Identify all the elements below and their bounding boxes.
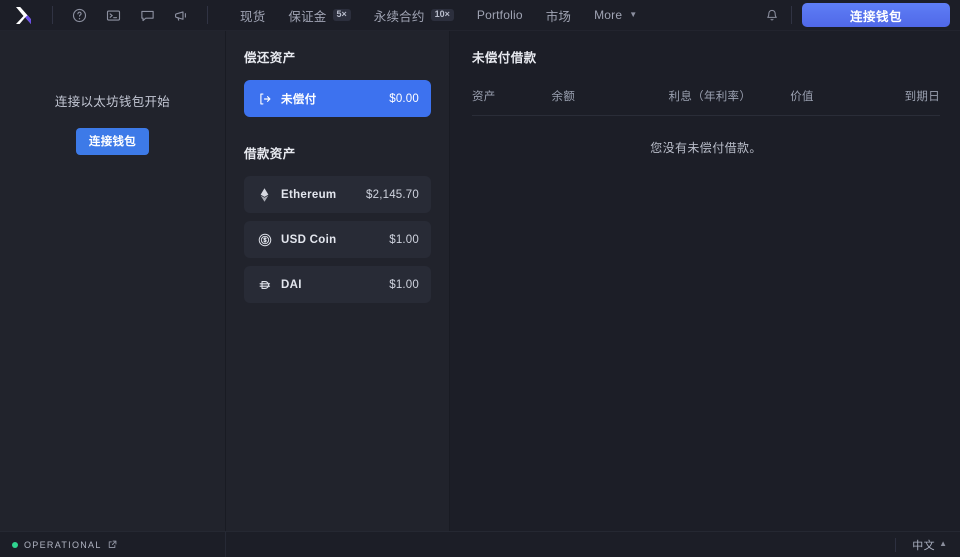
left-sidebar: 连接以太坊钱包开始 连接钱包 [0,31,226,531]
nav-badge-margin: 5× [333,9,351,22]
chevron-down-icon: ▼ [629,10,637,19]
status-label: OPERATIONAL [24,540,102,550]
header-divider-2 [207,6,208,24]
panel-title: 未偿付借款 [472,47,940,66]
loans-table: 资产 余额 利息（年利率） 价值 到期日 [472,88,940,115]
footer-divider [895,538,896,552]
terminal-icon[interactable] [105,7,121,23]
status-footer: OPERATIONAL 中文 ▲ [0,531,960,557]
borrow-item-label: USD Coin [281,234,336,246]
borrow-section-title: 借款资产 [244,143,431,162]
external-link-icon [108,540,117,549]
nav-item-margin[interactable]: 保证金 5× [288,6,350,25]
nav-item-portfolio[interactable]: Portfolio [477,8,523,22]
outstanding-loans-panel: 未偿付借款 资产 余额 利息（年利率） 价值 到期日 您没有未偿 [450,31,960,531]
header-divider-3 [791,6,792,24]
language-selector[interactable]: 中文 ▲ [895,537,960,553]
connect-wallet-button[interactable]: 连接钱包 [802,3,950,27]
connect-prompt-text: 连接以太坊钱包开始 [55,91,170,110]
header-right: 连接钱包 [763,3,950,27]
nav-item-perpetual[interactable]: 永续合约 10× [374,6,454,25]
nav-item-spot[interactable]: 现货 [240,6,265,25]
nav-item-markets[interactable]: 市场 [546,6,571,25]
assets-panel: 偿还资产 未偿付 $0.00 借款资产 [226,31,450,531]
footer-left-section: OPERATIONAL [0,532,226,557]
exit-arrow-icon [257,91,272,106]
app-root: 现货 保证金 5× 永续合约 10× Portfolio 市场 More ▼ [0,0,960,557]
language-label: 中文 [912,537,935,553]
top-header: 现货 保证金 5× 永续合约 10× Portfolio 市场 More ▼ [0,0,960,31]
borrow-item-value: $1.00 [389,234,419,246]
borrow-item-usd-coin[interactable]: USD Coin $1.00 [244,221,431,258]
repay-item-outstanding[interactable]: 未偿付 $0.00 [244,80,431,117]
nav-label: 保证金 [288,6,326,25]
chevron-up-icon: ▲ [939,539,947,548]
sidebar-connect-wallet-button[interactable]: 连接钱包 [76,128,149,155]
nav-badge-perpetual: 10× [431,9,454,22]
nav-item-more[interactable]: More ▼ [594,8,637,22]
nav-label: More [594,8,622,22]
repay-item-label: 未偿付 [281,91,316,107]
borrow-item-label: DAI [281,279,302,291]
nav-label: 现货 [240,6,265,25]
column-header-interest[interactable]: 利息（年利率） [669,88,791,115]
header-divider-1 [52,6,53,24]
ethereum-icon [257,187,272,202]
column-header-value[interactable]: 价值 [790,88,865,115]
chat-icon[interactable] [139,7,155,23]
column-header-balance[interactable]: 余额 [552,88,669,115]
page-body: 连接以太坊钱包开始 连接钱包 偿还资产 未偿付 $0.00 借款资产 [0,31,960,531]
bell-icon[interactable] [763,6,781,24]
repay-section-title: 偿还资产 [244,47,431,66]
borrow-item-label: Ethereum [281,189,336,201]
empty-state-message: 您没有未偿付借款。 [472,116,940,156]
footer-right-section: 中文 ▲ [226,532,960,557]
repay-item-value: $0.00 [389,93,419,105]
column-header-asset[interactable]: 资产 [472,88,552,115]
nav-label: 市场 [546,6,571,25]
status-dot-icon [12,542,18,548]
borrow-item-dai[interactable]: DAI $1.00 [244,266,431,303]
borrow-item-value: $2,145.70 [366,189,419,201]
borrow-item-value: $1.00 [389,279,419,291]
column-header-due-date[interactable]: 到期日 [865,88,940,115]
dai-icon [257,277,272,292]
system-status[interactable]: OPERATIONAL [0,540,117,550]
main-nav: 现货 保证金 5× 永续合约 10× Portfolio 市场 More ▼ [218,6,637,25]
brand-logo[interactable] [8,2,38,28]
table-header-row: 资产 余额 利息（年利率） 价值 到期日 [472,88,940,115]
announcement-icon[interactable] [173,7,189,23]
nav-label: 永续合约 [374,6,425,25]
nav-label: Portfolio [477,8,523,22]
borrow-item-ethereum[interactable]: Ethereum $2,145.70 [244,176,431,213]
header-icon-group [63,7,189,23]
usd-coin-icon [257,232,272,247]
help-icon[interactable] [71,7,87,23]
